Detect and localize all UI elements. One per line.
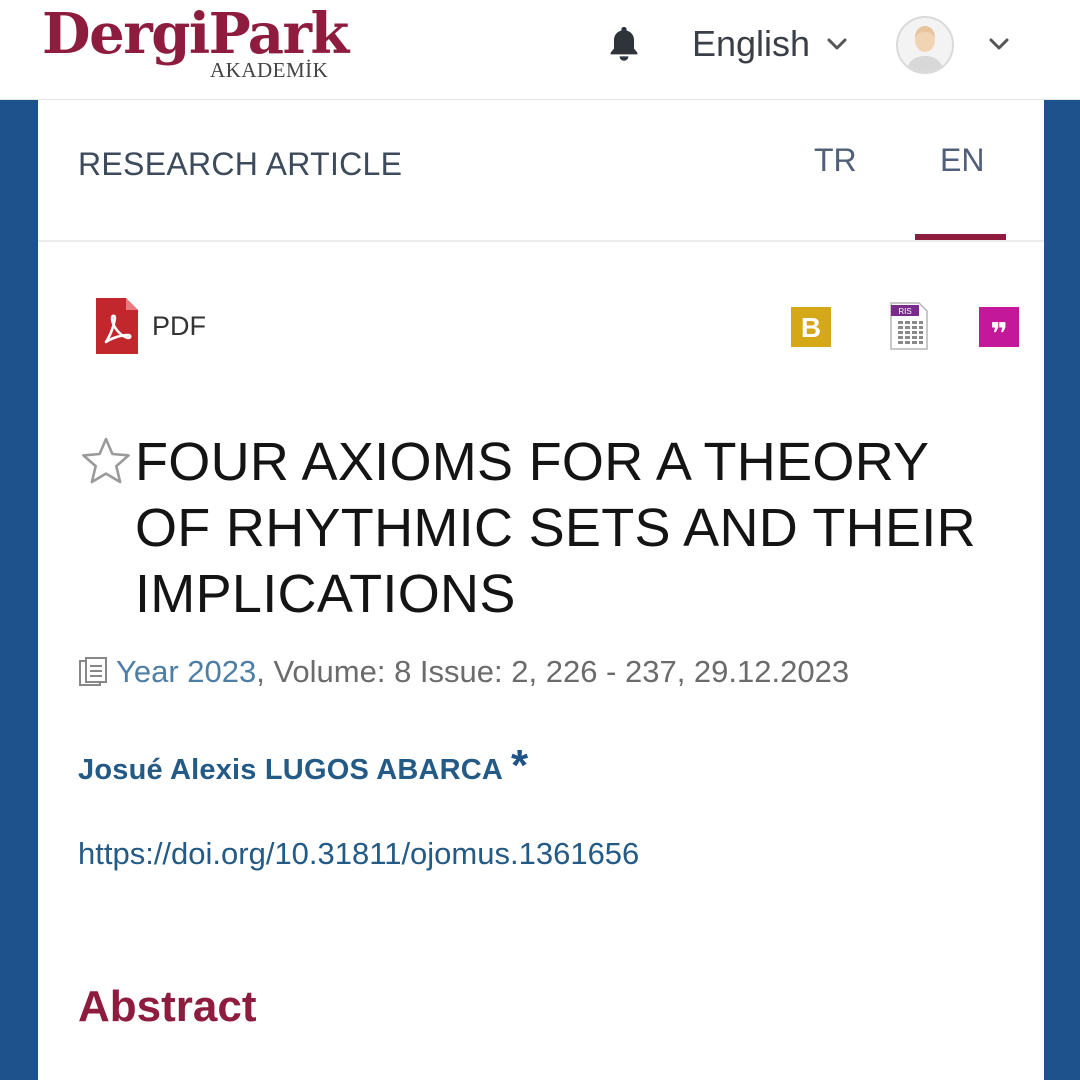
top-bar: DergiPark AKADEMİK English	[0, 0, 1080, 100]
pdf-icon	[96, 298, 138, 354]
pdf-download-link[interactable]: PDF	[94, 296, 206, 356]
cite-glyph: ❞	[990, 317, 1008, 348]
ris-label: RIS	[898, 307, 911, 316]
language-label: English	[692, 23, 811, 64]
pdf-label: PDF	[152, 310, 206, 341]
issue-details: , Volume: 8 Issue: 2, 226 - 237, 29.12.2…	[256, 654, 850, 689]
user-silhouette-icon	[898, 18, 952, 72]
dergipark-logo[interactable]: DergiPark AKADEMİK	[42, 0, 349, 90]
left-side-bar	[0, 100, 38, 1080]
bell-icon[interactable]	[606, 24, 642, 64]
logo-subtext: AKADEMİK	[210, 58, 329, 82]
bibtex-letter: B	[801, 312, 821, 343]
bibtex-icon[interactable]: B	[790, 306, 832, 348]
cite-icon[interactable]: ❞	[978, 306, 1020, 348]
tab-en[interactable]: EN	[940, 142, 984, 179]
tab-tr[interactable]: TR	[814, 142, 857, 179]
issue-icon	[79, 657, 107, 686]
article-card-header: RESEARCH ARTICLE TR EN	[38, 100, 1044, 242]
article-type-label: RESEARCH ARTICLE	[78, 146, 403, 182]
logo-text: DergiPark	[42, 1, 349, 67]
chevron-down-icon	[827, 38, 847, 50]
author-line: Josué Alexis LUGOS ABARCA *	[78, 741, 529, 790]
article-title: FOUR AXIOMS FOR A THEORY OF RHYTHMIC SET…	[135, 432, 976, 624]
abstract-heading: Abstract	[78, 982, 257, 1031]
avatar[interactable]	[896, 16, 954, 74]
star-icon[interactable]	[80, 436, 132, 486]
right-side-bar	[1044, 100, 1080, 1080]
issue-meta: Year 2023, Volume: 8 Issue: 2, 226 - 237…	[78, 652, 849, 692]
corresponding-author-marker: *	[511, 741, 529, 790]
issue-year-link[interactable]: Year 2023	[116, 654, 256, 690]
author-link[interactable]: Josué Alexis LUGOS ABARCA	[78, 754, 503, 787]
doi-link[interactable]: https://doi.org/10.31811/ojomus.1361656	[78, 836, 639, 872]
article-card: RESEARCH ARTICLE TR EN PDF B RIS ❞ FOUR …	[38, 100, 1044, 1080]
language-selector[interactable]: English	[692, 18, 848, 70]
ris-icon[interactable]: RIS	[888, 300, 930, 352]
user-menu-chevron-icon[interactable]	[988, 37, 1010, 51]
active-tab-indicator	[915, 234, 1006, 240]
